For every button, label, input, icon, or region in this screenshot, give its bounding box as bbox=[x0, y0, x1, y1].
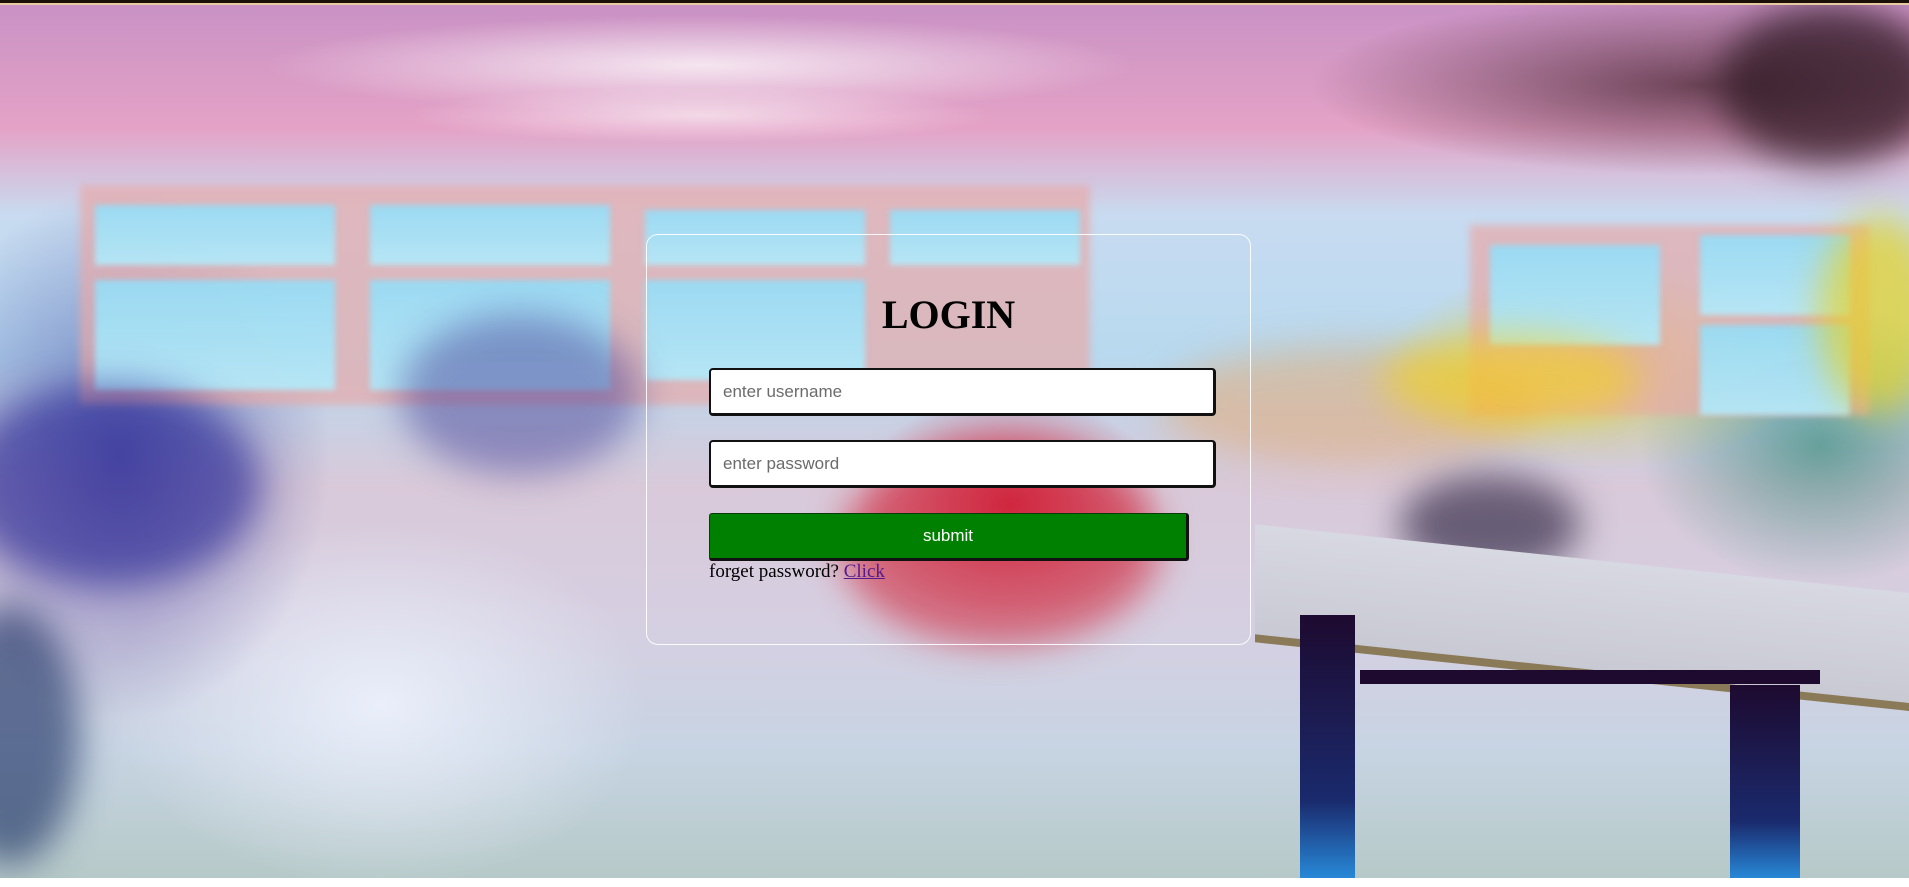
page-top-border bbox=[0, 0, 1909, 5]
password-input[interactable] bbox=[709, 440, 1216, 488]
submit-button[interactable]: submit bbox=[709, 513, 1189, 561]
login-title: LOGIN bbox=[881, 292, 1016, 337]
username-input[interactable] bbox=[709, 368, 1216, 416]
forgot-password-link[interactable]: Click bbox=[844, 561, 885, 582]
forgot-password-row: forget password? Click bbox=[709, 561, 885, 583]
forgot-password-text: forget password? bbox=[709, 561, 839, 582]
login-card: LOGIN submit forget password? Click bbox=[646, 234, 1251, 645]
